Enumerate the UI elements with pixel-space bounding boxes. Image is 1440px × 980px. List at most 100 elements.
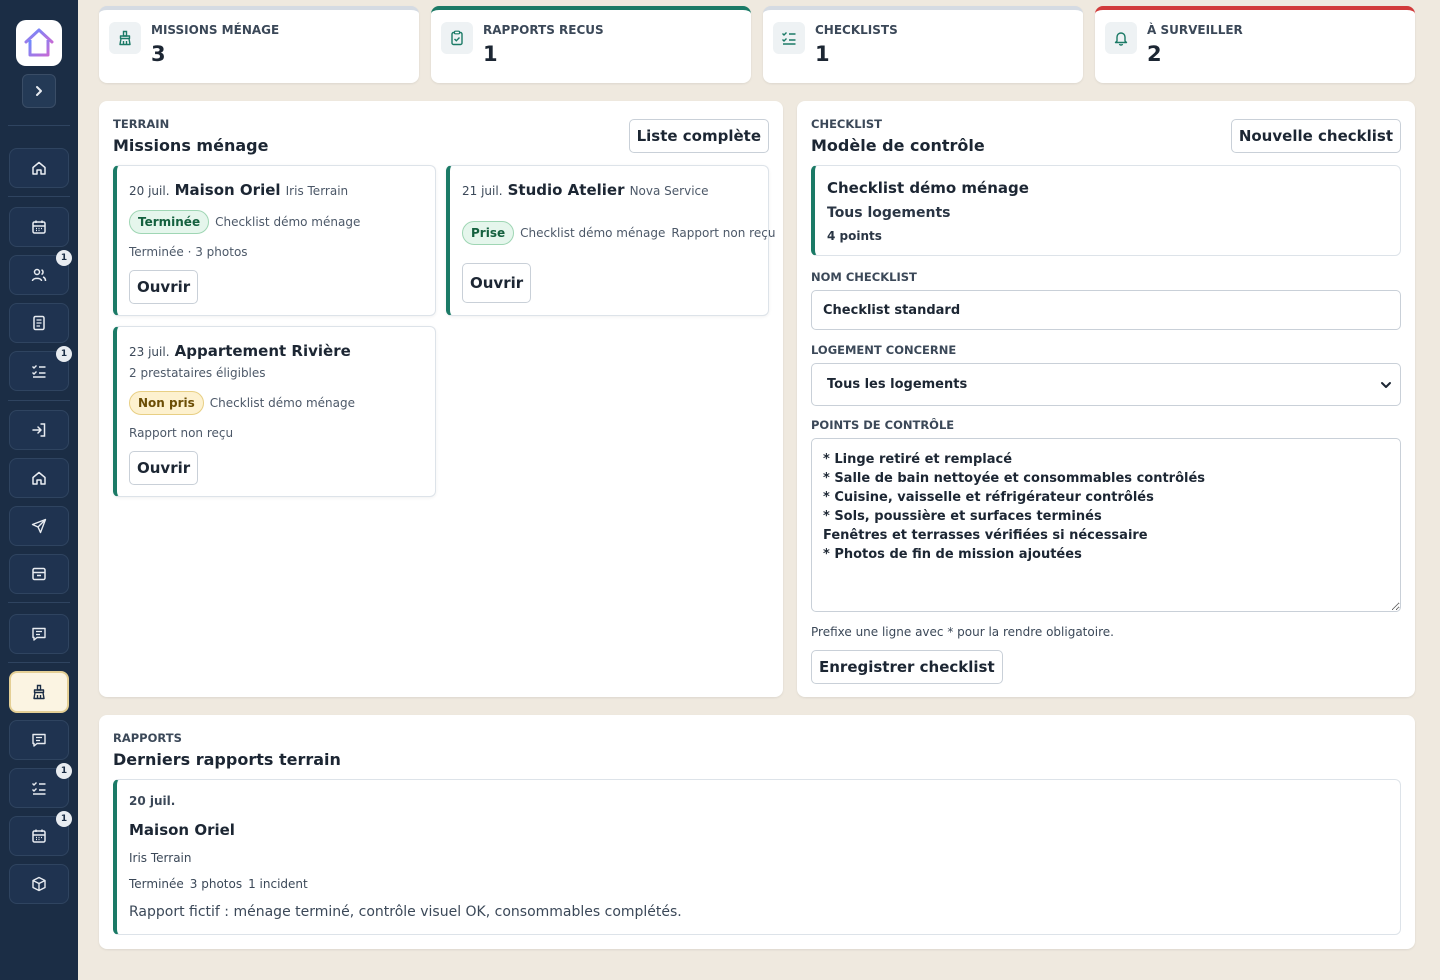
notification-badge: 1	[56, 346, 72, 362]
house-logo-icon	[24, 28, 54, 57]
message-icon	[32, 627, 46, 641]
chevron-right-icon	[36, 86, 42, 96]
report-status: Terminée	[129, 877, 184, 891]
checklist-template-card[interactable]: Checklist démo ménage Tous logements 4 p…	[811, 165, 1401, 256]
mission-header: 23 juil. Appartement Rivière	[129, 341, 351, 360]
sidebar-item-calendar-2[interactable]: 1	[9, 811, 72, 856]
stat-label: Checklists	[815, 23, 898, 37]
checklist-icon	[32, 782, 46, 795]
sidebar-item-messages[interactable]	[9, 614, 69, 654]
sidebar-item-login[interactable]	[9, 410, 69, 450]
app-logo[interactable]	[16, 20, 62, 66]
inbox-icon	[32, 567, 46, 581]
calendar-icon	[32, 220, 46, 234]
section-eyebrow: Checklist	[811, 117, 883, 131]
sidebar-item-messages-2[interactable]	[9, 720, 69, 760]
template-scope: Tous logements	[827, 205, 951, 221]
full-list-button[interactable]: Liste complète	[628, 119, 769, 153]
sidebar-item-users[interactable]: 1	[9, 250, 72, 295]
stat-icon-box	[1105, 22, 1137, 54]
field-label: Logement concerne	[811, 343, 957, 357]
sidebar-divider	[8, 662, 70, 663]
open-mission-button[interactable]: Ouvrir	[462, 263, 532, 303]
stat-value: 2	[1147, 42, 1162, 66]
list-check-icon	[782, 32, 796, 45]
report-meta: Terminée 3 photos 1 incident	[129, 877, 308, 891]
sidebar-toggle-button[interactable]	[22, 74, 56, 108]
document-icon	[33, 315, 45, 331]
section-title: Missions ménage	[113, 136, 269, 155]
mission-provider: Iris Terrain	[285, 184, 349, 198]
broom-icon	[119, 30, 131, 46]
save-checklist-button[interactable]: Enregistrer checklist	[811, 650, 1003, 684]
mission-card[interactable]: 21 juil. Studio Atelier Nova Service Pri…	[446, 165, 775, 316]
sidebar-item-inbox[interactable]	[9, 554, 69, 594]
new-checklist-button[interactable]: Nouvelle checklist	[1230, 119, 1401, 153]
package-icon	[32, 876, 46, 892]
report-photos: 3 photos	[189, 877, 243, 891]
send-icon	[31, 518, 47, 534]
mission-meta: Rapport non reçu	[671, 226, 776, 240]
mission-date: 23 juil.	[129, 345, 170, 359]
sidebar-item-checklists[interactable]: 1	[9, 346, 72, 391]
mission-header: 21 juil. Studio Atelier Nova Service	[462, 180, 709, 199]
sidebar-item-send[interactable]	[9, 506, 69, 546]
login-icon	[32, 423, 46, 437]
template-points: 4 points	[827, 229, 882, 243]
mission-tags: Prise Checklist démo ménage Rapport non …	[462, 221, 775, 245]
sidebar-item-package[interactable]	[9, 864, 69, 904]
mission-name: Studio Atelier	[507, 181, 625, 199]
stat-label: Missions ménage	[151, 23, 280, 37]
stat-card-watch: À surveiller 2	[1095, 6, 1415, 83]
stat-value: 1	[815, 42, 830, 66]
home-icon	[32, 471, 46, 485]
report-card[interactable]: 20 juil. Maison Oriel Iris Terrain Termi…	[113, 779, 1401, 935]
mission-provider: Nova Service	[629, 184, 709, 198]
mission-subtitle: 2 prestataires éligibles	[129, 366, 266, 380]
stat-value: 1	[483, 42, 498, 66]
stat-card-reports: Rapports recus 1	[431, 6, 751, 83]
notification-badge: 1	[56, 763, 72, 779]
stat-value: 3	[151, 42, 166, 66]
section-eyebrow: Rapports	[113, 731, 182, 745]
sidebar-item-checklists-2[interactable]: 1	[9, 763, 72, 808]
users-icon	[31, 268, 47, 282]
mission-checklist: Checklist démo ménage	[209, 396, 356, 410]
stat-card-missions: Missions ménage 3	[99, 6, 419, 83]
open-mission-button[interactable]: Ouvrir	[129, 451, 199, 485]
sidebar: 1 1 1 1	[0, 0, 78, 980]
calendar-icon	[32, 829, 46, 843]
checklist-icon	[32, 365, 46, 378]
stat-icon-box	[109, 22, 141, 54]
housing-select[interactable]: Tous les logements	[811, 363, 1401, 406]
status-badge: Terminée	[129, 210, 210, 234]
missions-panel: Terrain Missions ménage Liste complète 2…	[99, 101, 783, 697]
section-title: Modèle de contrôle	[811, 136, 985, 155]
mission-meta: Terminée · 3 photos	[129, 245, 248, 259]
stat-label: Rapports recus	[483, 23, 604, 37]
checklist-name-input[interactable]	[811, 290, 1401, 330]
helper-text: Prefixe une ligne avec * pour la rendre …	[811, 625, 1114, 639]
mission-card[interactable]: 20 juil. Maison Oriel Iris Terrain Termi…	[113, 165, 436, 316]
stat-label: À surveiller	[1147, 23, 1243, 37]
mission-name: Appartement Rivière	[174, 342, 351, 360]
report-text: Rapport fictif : ménage terminé, contrôl…	[129, 904, 682, 920]
report-name: Maison Oriel	[129, 821, 235, 839]
mission-meta: Rapport non reçu	[129, 426, 234, 440]
message-icon	[32, 733, 46, 747]
mission-checklist: Checklist démo ménage	[520, 226, 666, 240]
stat-icon-box	[773, 22, 805, 54]
status-badge: Non pris	[129, 391, 204, 415]
mission-card[interactable]: 23 juil. Appartement Rivière 2 prestatai…	[113, 326, 436, 497]
home-icon	[32, 161, 46, 175]
notification-badge: 1	[56, 811, 72, 827]
reports-panel: Rapports Derniers rapports terrain 20 ju…	[99, 715, 1415, 949]
sidebar-item-properties[interactable]	[9, 458, 69, 498]
open-mission-button[interactable]: Ouvrir	[129, 270, 199, 304]
sidebar-item-home[interactable]	[9, 148, 69, 188]
sidebar-divider	[8, 400, 70, 401]
control-points-textarea[interactable]: * Linge retiré et remplacé * Salle de ba…	[811, 438, 1401, 612]
sidebar-item-calendar[interactable]	[9, 207, 69, 247]
sidebar-item-documents[interactable]	[9, 303, 69, 343]
sidebar-item-cleaning[interactable]	[9, 671, 69, 713]
